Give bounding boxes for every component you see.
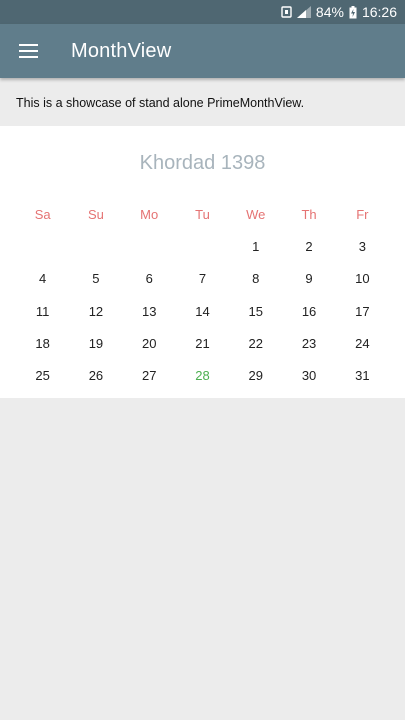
day-cell[interactable]: 8 xyxy=(229,271,282,286)
day-cell[interactable]: 26 xyxy=(69,368,122,383)
page-title: MonthView xyxy=(71,39,172,62)
day-cell[interactable]: 10 xyxy=(336,271,389,286)
week-row: 25 26 27 28 29 30 31 xyxy=(16,359,389,391)
day-cell[interactable]: 23 xyxy=(282,336,335,351)
calendar-grid: Sa Su Mo Tu We Th Fr 1 2 3 4 5 6 7 8 9 10 11 12 13 14 15 16 17 1… xyxy=(16,198,389,392)
month-view-calendar: Khordad 1398 Sa Su Mo Tu We Th Fr 1 2 3 4 5 6 7 8 9 10 11… xyxy=(0,126,405,398)
hamburger-menu-icon[interactable] xyxy=(0,24,56,78)
week-row: 11 12 13 14 15 16 17 xyxy=(16,295,389,327)
day-cell[interactable]: 20 xyxy=(123,336,176,351)
week-row: 18 19 20 21 22 23 24 xyxy=(16,327,389,359)
day-cell[interactable]: 31 xyxy=(336,368,389,383)
app-bar: MonthView xyxy=(0,24,405,78)
day-cell[interactable]: 24 xyxy=(336,336,389,351)
clock: 16:26 xyxy=(361,4,397,20)
day-cell[interactable]: 25 xyxy=(16,368,69,383)
weekday-label: Th xyxy=(301,206,317,222)
day-cell[interactable]: 4 xyxy=(16,271,69,286)
weekday-label: We xyxy=(246,206,266,222)
weekday-label: Su xyxy=(87,206,104,222)
day-cell[interactable]: 2 xyxy=(282,239,335,254)
day-cell[interactable]: 17 xyxy=(336,304,389,319)
day-cell[interactable]: 12 xyxy=(69,304,122,319)
battery-icon xyxy=(349,5,357,19)
day-cell[interactable]: 9 xyxy=(282,271,335,286)
day-cell[interactable]: 5 xyxy=(69,271,122,286)
battery-percent: 84% xyxy=(315,4,344,20)
weekday-label: Sa xyxy=(34,206,51,222)
day-cell[interactable]: 6 xyxy=(123,271,176,286)
status-bar: 84% 16:26 xyxy=(0,0,405,24)
day-cell[interactable]: 7 xyxy=(176,271,229,286)
month-title: Khordad 1398 xyxy=(139,152,266,174)
day-cell[interactable]: 16 xyxy=(282,304,335,319)
week-row: 123 xyxy=(16,230,389,262)
signal-icon xyxy=(296,6,311,18)
week-row: 4 5 6 7 8 9 10 xyxy=(16,263,389,295)
day-cell[interactable]: 1 xyxy=(229,239,282,254)
day-cell[interactable]: 15 xyxy=(229,304,282,319)
day-cell[interactable]: 14 xyxy=(176,304,229,319)
day-cell[interactable]: 18 xyxy=(16,336,69,351)
day-cell[interactable]: 11 xyxy=(16,304,69,319)
description-text: This is a showcase of stand alone PrimeM… xyxy=(16,96,305,110)
day-cell[interactable]: 13 xyxy=(123,304,176,319)
day-cell[interactable]: 3 xyxy=(336,239,389,254)
notification-icon xyxy=(281,6,292,18)
day-cell[interactable]: 21 xyxy=(176,336,229,351)
day-cell[interactable]: 22 xyxy=(229,336,282,351)
weekday-label: Fr xyxy=(356,206,369,222)
day-cell[interactable]: 27 xyxy=(123,368,176,383)
day-cell-today[interactable]: 28 xyxy=(176,368,229,383)
weekday-label: Mo xyxy=(140,206,159,222)
weekday-header-row: Sa Su Mo Tu We Th Fr xyxy=(16,198,389,230)
weekday-label: Tu xyxy=(195,206,210,222)
day-cell[interactable]: 30 xyxy=(282,368,335,383)
day-cell[interactable]: 29 xyxy=(229,368,282,383)
day-cell[interactable]: 19 xyxy=(69,336,122,351)
